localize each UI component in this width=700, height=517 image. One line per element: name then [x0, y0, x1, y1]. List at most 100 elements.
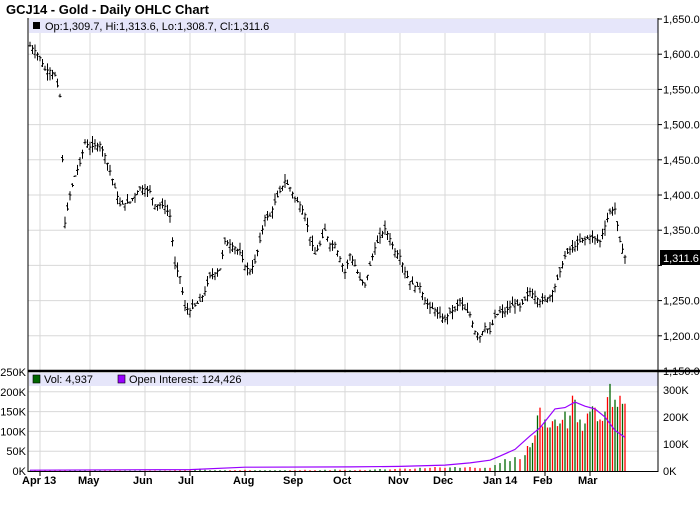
ohlc-bar — [33, 44, 37, 59]
price-tick-label: 1,400.0 — [663, 190, 700, 202]
ohlc-bar — [331, 240, 334, 251]
ohlc-bar — [296, 196, 299, 203]
ohlc-bar — [576, 235, 579, 251]
ohlc-bar — [68, 191, 72, 201]
open-interest-line — [29, 401, 626, 471]
ohlc-bar — [38, 55, 42, 62]
time-tick-label: Dec — [433, 475, 453, 487]
ohlc-bar — [348, 253, 352, 261]
ohlc-bar — [323, 223, 327, 231]
ohlc-bar — [508, 300, 512, 313]
ohlc-bar — [473, 330, 477, 335]
ohlc-bar — [501, 304, 504, 319]
ohlc-bar — [523, 296, 527, 301]
ohlc-bar — [73, 175, 77, 177]
ohlc-bar — [71, 183, 74, 188]
ohlc-bar — [471, 320, 474, 328]
ohlc-bar — [371, 253, 374, 261]
ohlc-bar — [61, 155, 64, 163]
ohlc-bar — [231, 242, 234, 252]
ohlc-bar — [561, 261, 564, 269]
ohlc-bar — [446, 313, 449, 325]
ohlc-bar — [316, 244, 319, 252]
oi-tick-label: 300K — [663, 385, 689, 397]
oi-legend-swatch — [117, 374, 126, 384]
ohlc-bar — [411, 276, 414, 285]
oi-legend-text: Open Interest: 124,426 — [129, 374, 242, 386]
price-legend-text: Op:1,309.7, Hi:1,313.6, Lo:1,308.7, Cl:1… — [45, 21, 269, 33]
ohlc-bar — [138, 186, 142, 191]
ohlc-bar — [253, 254, 257, 264]
price-bars — [28, 41, 627, 343]
ohlc-bar — [483, 322, 487, 333]
ohlc-bar — [598, 239, 602, 248]
ohlc-bar — [43, 65, 47, 71]
ohlc-bar — [218, 268, 222, 271]
ohlc-bar — [526, 287, 529, 302]
ohlc-bar — [181, 287, 184, 295]
ohlc-bar — [203, 286, 207, 296]
ohlc-bar — [118, 197, 122, 207]
ohlc-bar — [298, 201, 302, 213]
ohlc-bar — [98, 141, 102, 152]
ohlc-bar — [336, 250, 339, 257]
time-tick-label: May — [78, 475, 100, 487]
ohlc-bar — [258, 232, 262, 244]
ohlc-bar — [541, 293, 544, 305]
ohlc-bar — [211, 268, 214, 280]
ohlc-bar — [358, 272, 362, 281]
oi-tick-label: 100K — [663, 439, 689, 451]
volume-legend-text: Vol: 4,937 — [44, 374, 93, 386]
ohlc-bar — [618, 236, 622, 243]
ohlc-bar — [448, 307, 452, 315]
price-tick-label: 1,200.0 — [663, 331, 700, 343]
ohlc-bar — [91, 135, 94, 153]
ohlc-bar — [31, 45, 34, 54]
ohlc-bar — [151, 197, 154, 206]
ohlc-bar — [568, 246, 572, 255]
ohlc-bar — [356, 269, 359, 275]
price-tick-label: 1,550.0 — [663, 84, 700, 96]
ohlc-bar — [238, 242, 242, 256]
time-tick-label: Aug — [233, 475, 254, 487]
ohlc-bar — [63, 216, 67, 229]
ohlc-bar — [48, 67, 52, 81]
ohlc-bar — [386, 231, 389, 241]
ohlc-bar — [93, 139, 97, 150]
chart-title: GCJ14 - Gold - Daily OHLC Chart — [6, 2, 210, 17]
ohlc-bar — [413, 285, 417, 293]
ohlc-bar — [438, 306, 442, 319]
ohlc-bar — [478, 335, 482, 343]
ohlc-bar — [66, 202, 69, 211]
ohlc-bar — [556, 274, 559, 281]
ohlc-bar — [176, 262, 179, 277]
ohlc-bar — [351, 255, 354, 266]
ohlc-bar — [171, 237, 174, 247]
price-tick-label: 1,600.0 — [663, 49, 700, 61]
ohlc-bar — [276, 190, 279, 198]
ohlc-bar — [161, 198, 164, 209]
ohlc-bar — [341, 263, 344, 272]
time-tick-label: Apr 13 — [22, 475, 56, 487]
ohlc-bar — [226, 240, 229, 246]
ohlc-bar — [606, 212, 609, 223]
ohlc-bar — [398, 249, 402, 265]
ohlc-bar — [521, 299, 524, 305]
time-tick-label: Mar — [578, 475, 598, 487]
ohlc-bar — [136, 190, 139, 196]
ohlc-bar — [393, 248, 397, 258]
ohlc-bar — [486, 328, 489, 334]
ohlc-bar — [613, 202, 617, 215]
ohlc-chart: GCJ14 - Gold - Daily OHLC Chart Op:1,309… — [0, 2, 700, 487]
ohlc-bar — [78, 157, 82, 167]
ohlc-bar — [518, 302, 522, 312]
volume-tick-label: 250K — [0, 367, 26, 379]
ohlc-bar — [346, 259, 349, 269]
ohlc-bar — [491, 319, 494, 326]
ohlc-bar — [121, 200, 124, 205]
ohlc-bar — [51, 69, 54, 80]
gridlines — [28, 18, 658, 471]
ohlc-bar — [221, 249, 224, 260]
time-tick-label: Sep — [283, 475, 303, 487]
ohlc-bar — [366, 274, 369, 281]
